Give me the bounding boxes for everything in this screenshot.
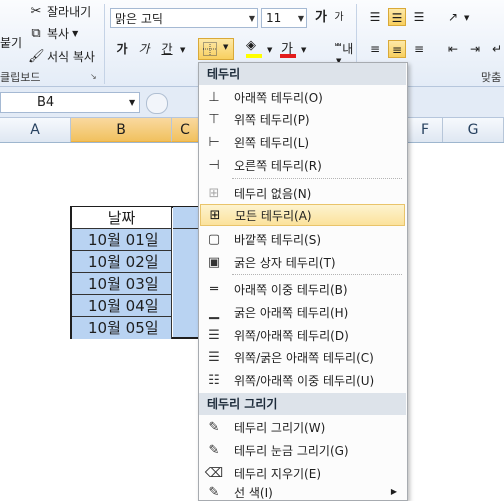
- format-painter-button[interactable]: 🖌 서식 복사: [28, 47, 95, 66]
- outside-borders-icon: ▢: [207, 231, 221, 247]
- menu-section-draw-borders: 테두리 그리기: [199, 393, 406, 415]
- scissors-icon: ✂: [30, 3, 42, 19]
- increase-indent-icon[interactable]: ⇥: [466, 40, 484, 58]
- table-header-cell[interactable]: 날짜: [72, 207, 172, 229]
- menu-item-top-double-bottom-border[interactable]: ☷ 위쪽/아래쪽 이중 테두리(U): [200, 369, 405, 391]
- wrap-text-icon[interactable]: ↵: [488, 40, 504, 58]
- font-name-combo[interactable]: 맑은 고딕 ▼: [110, 8, 258, 28]
- menu-separator: [232, 178, 402, 180]
- cut-button[interactable]: ✂ 잘라내기: [28, 2, 92, 21]
- eraser-icon: ⌫: [204, 465, 224, 481]
- menu-section-borders: 테두리: [199, 63, 406, 85]
- align-center-icon[interactable]: ≡: [388, 40, 406, 58]
- phonetic-button[interactable]: ᄈ내: [334, 40, 353, 57]
- table-row[interactable]: 10월 03일: [72, 273, 172, 295]
- font-color-swatch: [280, 54, 296, 58]
- table-row[interactable]: 10월 05일: [72, 317, 172, 339]
- menu-item-outside-borders[interactable]: ▢ 바깥쪽 테두리(S): [200, 228, 405, 250]
- align-middle-icon[interactable]: ☰: [388, 8, 406, 26]
- table-row[interactable]: 10월 02일: [72, 251, 172, 273]
- top-border-icon: ⊤: [208, 111, 220, 127]
- grow-font-button[interactable]: 가: [312, 9, 330, 27]
- bold-button[interactable]: 가: [113, 40, 131, 58]
- menu-item-thick-box-border[interactable]: ▣ 굵은 상자 테두리(T): [200, 251, 405, 273]
- top-thick-bottom-border-icon: ☰: [208, 349, 220, 365]
- menu-item-draw-border[interactable]: ✎ 테두리 그리기(W): [200, 416, 405, 438]
- menu-item-erase-border[interactable]: ⌫ 테두리 지우기(E): [200, 462, 405, 484]
- thick-bottom-border-icon: ▁: [209, 304, 219, 320]
- chevron-down-icon[interactable]: ▼: [129, 98, 135, 107]
- copy-icon: ⧉: [31, 25, 41, 41]
- clipboard-group-label: 클립보드: [0, 71, 41, 84]
- name-box[interactable]: B4 ▼: [0, 92, 140, 113]
- chevron-right-icon: ▶: [390, 487, 397, 496]
- align-left-icon[interactable]: ≡: [366, 40, 384, 58]
- alignment-group-label: 맞춤: [481, 71, 502, 84]
- column-header-b[interactable]: B: [71, 118, 172, 142]
- align-top-icon[interactable]: ☰: [366, 8, 384, 26]
- table-column-c[interactable]: [173, 229, 198, 337]
- top-double-bottom-border-icon: ☷: [208, 372, 220, 388]
- menu-item-bottom-double-border[interactable]: ═ 아래쪽 이중 테두리(B): [200, 278, 405, 300]
- menu-item-top-thick-bottom-border[interactable]: ☰ 위쪽/굵은 아래쪽 테두리(C): [200, 346, 405, 368]
- font-size-combo[interactable]: 11 ▼: [261, 8, 307, 28]
- menu-item-top-bottom-border[interactable]: ☰ 위쪽/아래쪽 테두리(D): [200, 324, 405, 346]
- chevron-down-icon[interactable]: ▼: [301, 46, 306, 54]
- thick-box-border-icon: ▣: [207, 254, 221, 270]
- menu-item-draw-border-grid[interactable]: ✎ 테두리 눈금 그리기(G): [200, 439, 405, 461]
- chevron-down-icon[interactable]: ▼: [298, 14, 304, 23]
- table-row[interactable]: 10월 04일: [72, 295, 172, 317]
- pencil-icon: ✎: [208, 419, 220, 435]
- borders-button[interactable]: ▼: [198, 38, 234, 60]
- copy-button[interactable]: ⧉ 복사 ▼: [28, 24, 78, 43]
- column-header-g[interactable]: G: [443, 118, 504, 142]
- shrink-font-button[interactable]: 가: [330, 9, 348, 27]
- chevron-down-icon[interactable]: ▼: [180, 46, 185, 54]
- table-header-cell-c[interactable]: [173, 207, 198, 229]
- align-bottom-icon[interactable]: ☰: [410, 8, 428, 26]
- decrease-indent-icon[interactable]: ⇤: [444, 40, 462, 58]
- chevron-down-icon[interactable]: ▼: [249, 14, 255, 23]
- group-divider: [104, 4, 105, 84]
- fill-color-swatch: [246, 54, 262, 58]
- fill-color-button[interactable]: ◈: [244, 38, 266, 60]
- right-border-icon: ⊣: [208, 157, 220, 173]
- italic-button[interactable]: 가: [135, 40, 153, 58]
- text-orientation-icon[interactable]: ↗: [444, 8, 462, 26]
- menu-item-top-border[interactable]: ⊤ 위쪽 테두리(P): [200, 108, 405, 130]
- top-bottom-border-icon: ☰: [208, 327, 220, 343]
- chevron-down-icon[interactable]: ▼: [267, 46, 272, 54]
- menu-item-all-borders[interactable]: ⊞ 모든 테두리(A): [200, 204, 405, 226]
- table-row[interactable]: 10월 01일: [72, 229, 172, 251]
- grid-pencil-icon: ✎: [208, 442, 220, 458]
- all-borders-icon: ⊞: [209, 207, 221, 223]
- align-right-icon[interactable]: ≡: [410, 40, 428, 58]
- font-color-button[interactable]: 가: [278, 38, 300, 60]
- format-painter-icon: 🖌: [28, 48, 45, 64]
- menu-separator: [232, 274, 402, 276]
- menu-item-no-border[interactable]: ⊞ 테두리 없음(N): [200, 182, 405, 204]
- menu-item-line-color[interactable]: ✎ 선 색(I) ▶: [200, 484, 405, 501]
- column-header-c[interactable]: C: [172, 118, 199, 142]
- border-grid-icon: [203, 42, 217, 56]
- menu-item-thick-bottom-border[interactable]: ▁ 굵은 아래쪽 테두리(H): [200, 301, 405, 323]
- paste-label[interactable]: 붙기: [0, 34, 22, 51]
- dialog-launcher-icon[interactable]: ↘: [90, 72, 97, 81]
- chevron-down-icon[interactable]: ▼: [464, 14, 469, 22]
- underline-button[interactable]: 간: [158, 40, 176, 58]
- bottom-border-icon: ⊥: [208, 89, 220, 105]
- column-header-f[interactable]: F: [408, 118, 443, 142]
- line-color-icon: ✎: [208, 485, 220, 500]
- paint-bucket-icon: ◈: [246, 38, 256, 53]
- left-border-icon: ⊢: [208, 134, 220, 150]
- no-border-icon: ⊞: [208, 185, 220, 201]
- menu-item-left-border[interactable]: ⊢ 왼쪽 테두리(L): [200, 131, 405, 153]
- bottom-double-border-icon: ═: [210, 281, 218, 297]
- column-header-a[interactable]: A: [0, 118, 71, 142]
- formula-bar-handle[interactable]: [146, 93, 168, 114]
- chevron-down-icon[interactable]: ▼: [223, 43, 228, 51]
- chevron-down-icon: ▼: [72, 29, 79, 38]
- menu-item-bottom-border[interactable]: ⊥ 아래쪽 테두리(O): [200, 86, 405, 108]
- menu-item-right-border[interactable]: ⊣ 오른쪽 테두리(R): [200, 154, 405, 176]
